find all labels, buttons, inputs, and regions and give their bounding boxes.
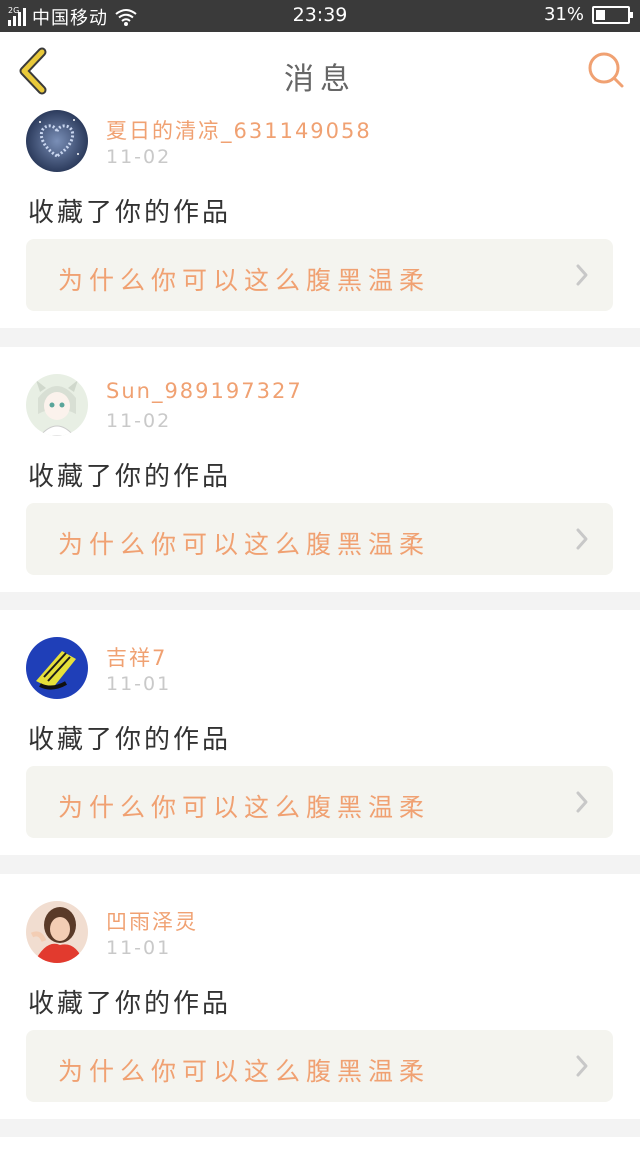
username[interactable]: 凹雨泽灵 bbox=[106, 906, 198, 936]
chevron-right-icon bbox=[576, 528, 588, 550]
message-date: 11-02 bbox=[106, 410, 172, 432]
work-title: 为什么你可以这么腹黑温柔 bbox=[58, 530, 431, 559]
search-button[interactable] bbox=[586, 50, 626, 90]
status-bar: 2G 中国移动 23:39 31% bbox=[0, 0, 640, 32]
message-card: 吉祥7 11-01 收藏了你的作品 为什么你可以这么腹黑温柔 bbox=[0, 610, 640, 855]
avatar[interactable] bbox=[26, 110, 88, 172]
avatar-image bbox=[26, 901, 88, 963]
action-text: 收藏了你的作品 bbox=[28, 462, 232, 492]
search-icon bbox=[588, 52, 624, 88]
chevron-right-icon bbox=[576, 1055, 588, 1077]
avatar-image bbox=[26, 374, 88, 436]
battery-icon bbox=[592, 5, 633, 24]
work-link[interactable]: 为什么你可以这么腹黑温柔 bbox=[26, 766, 613, 838]
page-title: 消息 bbox=[284, 62, 356, 97]
work-link[interactable]: 为什么你可以这么腹黑温柔 bbox=[26, 503, 613, 575]
avatar[interactable] bbox=[26, 901, 88, 963]
username[interactable]: 吉祥7 bbox=[106, 642, 167, 672]
message-card: 凹雨泽灵 11-01 收藏了你的作品 为什么你可以这么腹黑温柔 bbox=[0, 874, 640, 1119]
action-text: 收藏了你的作品 bbox=[28, 198, 232, 228]
message-date: 11-01 bbox=[106, 937, 172, 959]
username[interactable]: 夏日的清凉_631149058 bbox=[106, 115, 372, 145]
avatar[interactable] bbox=[26, 637, 88, 699]
action-text: 收藏了你的作品 bbox=[28, 989, 232, 1019]
status-right: 31% bbox=[543, 4, 633, 25]
message-card: 夏日的清凉_631149058 11-02 收藏了你的作品 为什么你可以这么腹黑… bbox=[0, 100, 640, 328]
work-title: 为什么你可以这么腹黑温柔 bbox=[58, 266, 431, 295]
nav-bar: 消息 bbox=[0, 32, 640, 110]
message-date: 11-01 bbox=[106, 673, 172, 695]
battery-percent: 31% bbox=[543, 4, 584, 25]
message-card bbox=[0, 1137, 640, 1157]
avatar[interactable] bbox=[26, 374, 88, 436]
avatar-image bbox=[26, 110, 88, 172]
work-title: 为什么你可以这么腹黑温柔 bbox=[58, 1057, 431, 1086]
username[interactable]: Sun_989197327 bbox=[106, 379, 303, 403]
chevron-right-icon bbox=[576, 264, 588, 286]
message-date: 11-02 bbox=[106, 146, 172, 168]
action-text: 收藏了你的作品 bbox=[28, 725, 232, 755]
work-link[interactable]: 为什么你可以这么腹黑温柔 bbox=[26, 239, 613, 311]
battery-fill bbox=[596, 9, 605, 20]
chevron-right-icon bbox=[576, 791, 588, 813]
work-title: 为什么你可以这么腹黑温柔 bbox=[58, 793, 431, 822]
message-card: Sun_989197327 11-02 收藏了你的作品 为什么你可以这么腹黑温柔 bbox=[0, 347, 640, 592]
work-link[interactable]: 为什么你可以这么腹黑温柔 bbox=[26, 1030, 613, 1102]
avatar-image bbox=[26, 637, 88, 699]
